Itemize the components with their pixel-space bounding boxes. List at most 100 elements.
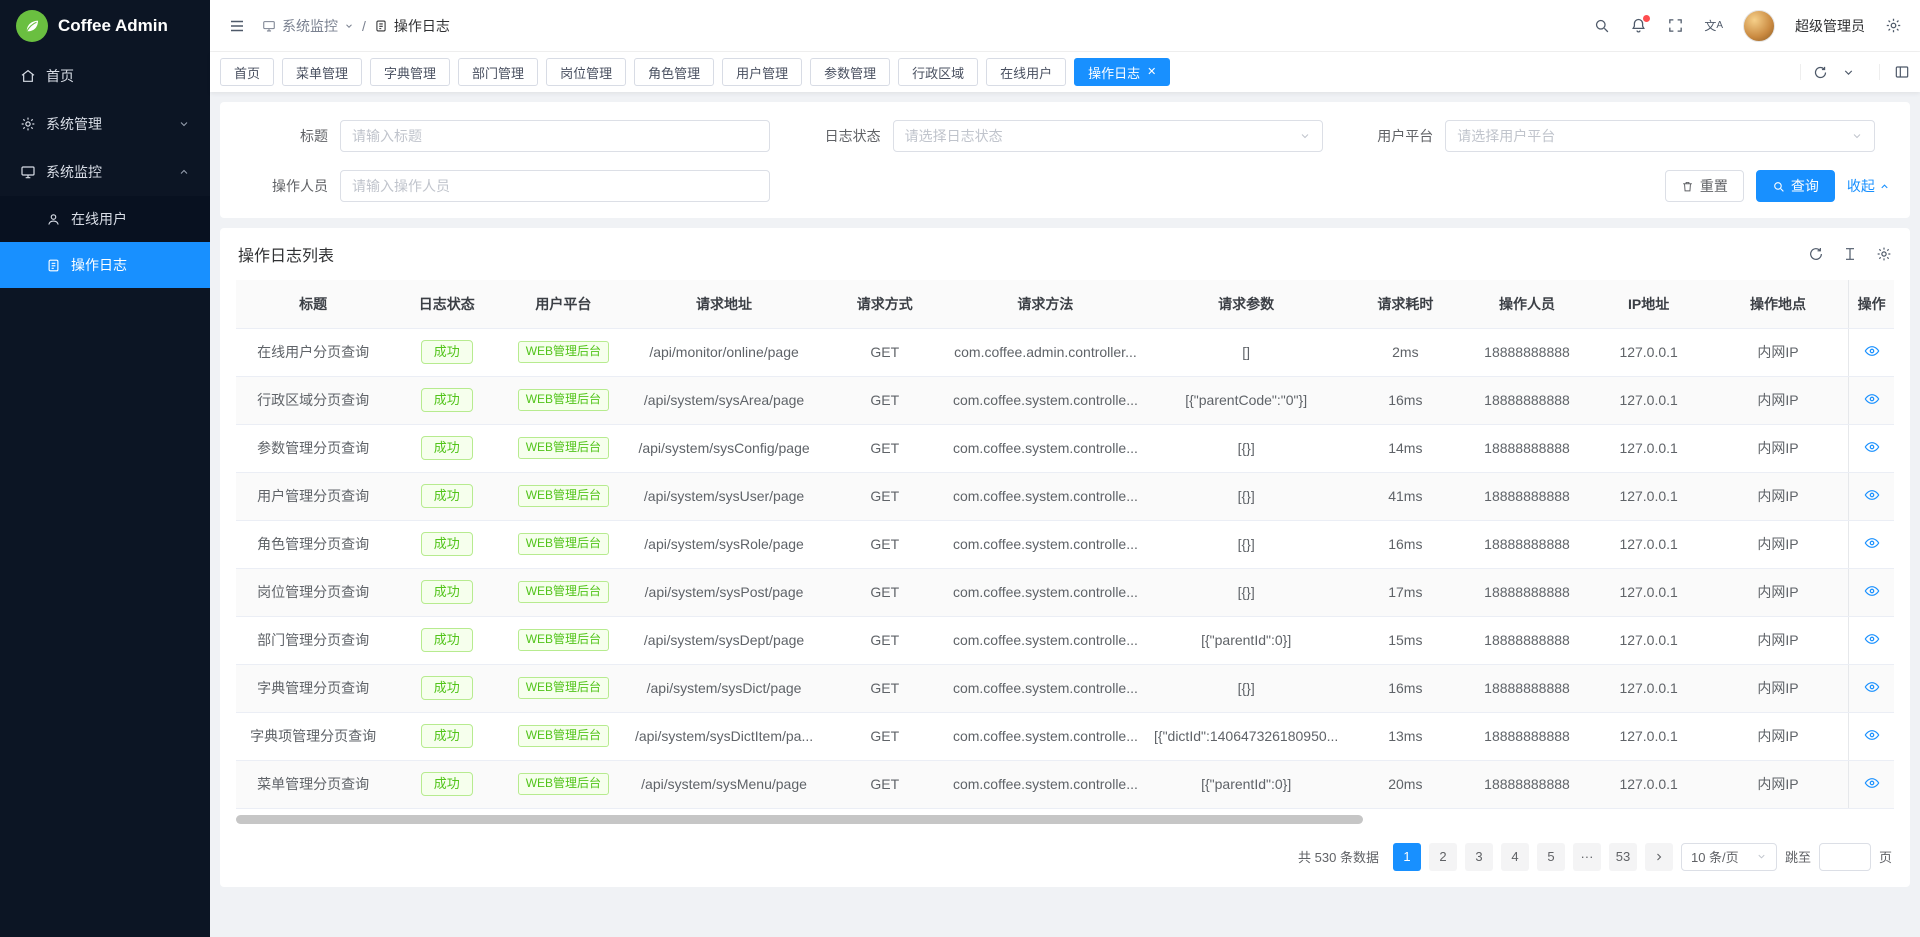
- sidebar-menu: 首页 系统管理 系统监控 在线用户 操作日志: [0, 52, 210, 288]
- refresh-icon[interactable]: [1808, 246, 1824, 262]
- sidebar-item-system-management[interactable]: 系统管理: [0, 100, 210, 148]
- open-tabs: 首页 菜单管理 字典管理部门管理 岗位管理 角色管理用户管理参数管理 行政区域 在线用户操作…: [220, 58, 1792, 86]
- page-button[interactable]: 3: [1465, 843, 1493, 871]
- tab[interactable]: 菜单管理: [282, 58, 362, 86]
- view-detail-eye-icon[interactable]: [1864, 775, 1880, 791]
- tab[interactable]: 参数管理: [810, 58, 890, 86]
- collapse-sidebar-icon[interactable]: [228, 17, 246, 35]
- app-root: Coffee Admin 首页 系统管理 系统监控 在线用户: [0, 0, 1920, 937]
- view-detail-eye-icon[interactable]: [1864, 439, 1880, 455]
- sidebar-item-online-users[interactable]: 在线用户: [0, 196, 210, 242]
- cell-time: 17ms: [1346, 568, 1464, 616]
- cell-action: [1849, 760, 1894, 808]
- chevron-down-icon: [178, 118, 190, 130]
- table-row: 在线用户分页查询成功WEB管理后台/api/monitor/online/pag…: [236, 328, 1894, 376]
- cell-location: 内网IP: [1708, 520, 1849, 568]
- page-button[interactable]: 5: [1537, 843, 1565, 871]
- cell-platform: WEB管理后台: [503, 424, 623, 472]
- title-input-field[interactable]: [352, 128, 758, 144]
- cell-ip: 127.0.0.1: [1590, 568, 1708, 616]
- column-settings-gear-icon[interactable]: [1876, 246, 1892, 262]
- notification-dot: [1643, 15, 1650, 22]
- log-status-select[interactable]: 请选择日志状态: [893, 120, 1323, 152]
- column-header: 操作人员: [1464, 280, 1589, 328]
- cell-params: [{"parentCode":"0"}]: [1146, 376, 1346, 424]
- platform-badge: WEB管理后台: [518, 533, 609, 555]
- page-button[interactable]: 2: [1429, 843, 1457, 871]
- tab[interactable]: 用户管理: [722, 58, 802, 86]
- total-count: 共 530 条数据: [1298, 847, 1379, 866]
- tabbar: 首页 菜单管理 字典管理部门管理 岗位管理 角色管理用户管理参数管理 行政区域 在线用户操作…: [210, 52, 1920, 92]
- user-platform-select[interactable]: 请选择用户平台: [1445, 120, 1875, 152]
- avatar[interactable]: [1743, 10, 1775, 42]
- tab-label: 行政区域: [912, 63, 964, 82]
- status-badge: 成功: [421, 484, 473, 509]
- page-button[interactable]: 4: [1501, 843, 1529, 871]
- tab[interactable]: 角色管理: [634, 58, 714, 86]
- cell-location: 内网IP: [1708, 568, 1849, 616]
- view-detail-eye-icon[interactable]: [1864, 727, 1880, 743]
- tab-label: 菜单管理: [296, 63, 348, 82]
- tab[interactable]: 字典管理: [370, 58, 450, 86]
- view-detail-eye-icon[interactable]: [1864, 583, 1880, 599]
- view-detail-eye-icon[interactable]: [1864, 535, 1880, 551]
- tab[interactable]: 行政区域: [898, 58, 978, 86]
- cell-ip: 127.0.0.1: [1590, 616, 1708, 664]
- next-page-button[interactable]: [1645, 843, 1673, 871]
- refresh-icon[interactable]: [1813, 65, 1828, 80]
- horizontal-scrollbar[interactable]: [236, 815, 1894, 827]
- page-size-value: 10 条/页: [1691, 847, 1739, 866]
- settings-gear-icon[interactable]: [1885, 17, 1902, 34]
- sidebar-item-operation-log[interactable]: 操作日志: [0, 242, 210, 288]
- cell-params: [{"parentId":0}]: [1146, 760, 1346, 808]
- breadcrumb-item-operation-log: 操作日志: [374, 16, 450, 36]
- jump-unit: 页: [1879, 847, 1892, 866]
- breadcrumb-item-monitor[interactable]: 系统监控: [262, 16, 354, 36]
- filter-field-user-platform: 用户平台 请选择用户平台: [1341, 120, 1894, 152]
- bell-icon[interactable]: [1630, 17, 1647, 34]
- view-detail-eye-icon[interactable]: [1864, 679, 1880, 695]
- sidebar-submenu-monitor: 在线用户 操作日志: [0, 196, 210, 288]
- cell-url: /api/system/sysRole/page: [623, 520, 824, 568]
- search-icon[interactable]: [1593, 17, 1610, 34]
- sidebar-item-label: 系统管理: [46, 114, 102, 134]
- view-detail-eye-icon[interactable]: [1864, 487, 1880, 503]
- page-ellipsis[interactable]: ···: [1573, 843, 1601, 871]
- tab[interactable]: 在线用户: [986, 58, 1066, 86]
- tab[interactable]: 操作日志✕: [1074, 58, 1170, 86]
- page-button[interactable]: 53: [1609, 843, 1637, 871]
- operator-input[interactable]: [340, 170, 770, 202]
- tab[interactable]: 首页: [220, 58, 274, 86]
- operator-input-field[interactable]: [352, 178, 758, 194]
- view-detail-eye-icon[interactable]: [1864, 391, 1880, 407]
- tab-label: 岗位管理: [560, 63, 612, 82]
- tab-close-icon[interactable]: ✕: [1147, 67, 1156, 78]
- tab[interactable]: 部门管理: [458, 58, 538, 86]
- cell-method: GET: [825, 616, 945, 664]
- select-placeholder: 请选择日志状态: [905, 126, 1291, 146]
- fullscreen-icon[interactable]: [1667, 17, 1684, 34]
- cell-title: 字典管理分页查询: [236, 664, 390, 712]
- tab[interactable]: 岗位管理: [546, 58, 626, 86]
- status-badge: 成功: [421, 388, 473, 413]
- page-button[interactable]: 1: [1393, 843, 1421, 871]
- collapse-filter-link[interactable]: 收起: [1847, 176, 1890, 196]
- log-icon: [374, 19, 388, 33]
- cell-platform: WEB管理后台: [503, 760, 623, 808]
- sidebar-item-system-monitor[interactable]: 系统监控: [0, 148, 210, 196]
- jump-page-input[interactable]: [1819, 843, 1871, 871]
- density-icon[interactable]: [1842, 246, 1858, 262]
- search-button[interactable]: 查询: [1756, 170, 1835, 202]
- view-detail-eye-icon[interactable]: [1864, 343, 1880, 359]
- title-input[interactable]: [340, 120, 770, 152]
- layout-icon[interactable]: [1879, 64, 1910, 80]
- page-size-select[interactable]: 10 条/页: [1681, 843, 1777, 871]
- column-header: 标题: [236, 280, 390, 328]
- jump-label: 跳至: [1785, 847, 1811, 866]
- sidebar-item-home[interactable]: 首页: [0, 52, 210, 100]
- chevron-down-icon[interactable]: [1842, 66, 1855, 79]
- reset-button[interactable]: 重置: [1665, 170, 1744, 202]
- translate-icon[interactable]: 文A: [1704, 20, 1723, 32]
- scrollbar-thumb[interactable]: [236, 815, 1363, 824]
- view-detail-eye-icon[interactable]: [1864, 631, 1880, 647]
